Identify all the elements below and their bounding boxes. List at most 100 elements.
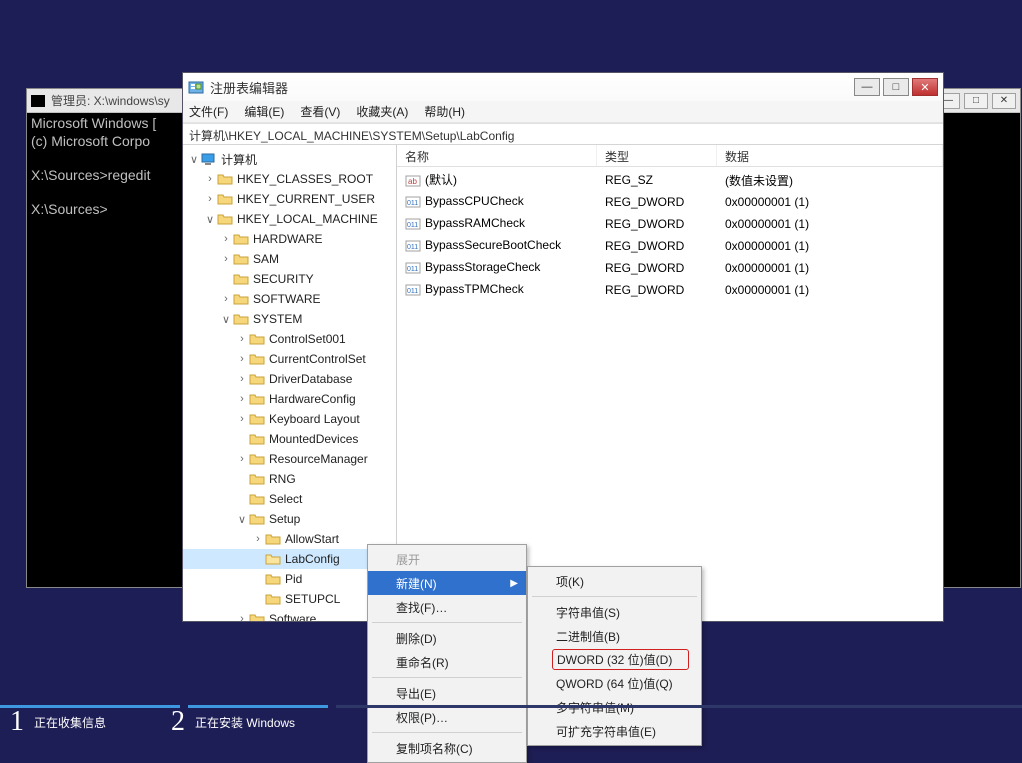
tree-hardware[interactable]: ›HARDWARE (183, 229, 396, 249)
header-data[interactable]: 数据 (717, 145, 943, 166)
menu-file[interactable]: 文件(F) (189, 103, 228, 120)
chevron-right-icon[interactable]: › (235, 372, 249, 386)
svg-text:011: 011 (407, 222, 418, 229)
header-name[interactable]: 名称 (397, 145, 597, 166)
chevron-right-icon[interactable]: › (235, 352, 249, 366)
ctx-new[interactable]: 新建(N)▶ (368, 571, 526, 595)
folder-icon (249, 372, 265, 386)
tree-rng[interactable]: ›RNG (183, 469, 396, 489)
chevron-right-icon[interactable]: › (203, 192, 217, 206)
chevron-right-icon[interactable]: › (235, 332, 249, 346)
ctx-new-qword[interactable]: QWORD (64 位)值(Q) (528, 671, 701, 695)
regedit-title: 注册表编辑器 (210, 78, 854, 97)
setup-step-1: 1 正在收集信息 (10, 706, 106, 738)
chevron-right-icon[interactable]: › (235, 612, 249, 621)
ctx-new-binary[interactable]: 二进制值(B) (528, 624, 701, 648)
tree-setupcl[interactable]: ›SETUPCL (183, 589, 396, 609)
dword-value-icon: 011 (405, 238, 421, 254)
step-label: 正在收集信息 (34, 714, 106, 731)
chevron-right-icon[interactable]: › (235, 412, 249, 426)
tree-mounteddevices[interactable]: ›MountedDevices (183, 429, 396, 449)
chevron-right-icon[interactable]: › (251, 532, 265, 546)
tree-resourcemanager[interactable]: ›ResourceManager (183, 449, 396, 469)
chevron-down-icon[interactable]: ∨ (235, 512, 249, 526)
chevron-right-icon[interactable]: › (219, 292, 233, 306)
dword-value-icon: 011 (405, 216, 421, 232)
chevron-right-icon[interactable]: › (219, 232, 233, 246)
chevron-right-icon[interactable]: › (203, 172, 217, 186)
chevron-down-icon[interactable]: ∨ (219, 312, 233, 326)
regedit-close-button[interactable]: ✕ (912, 78, 938, 96)
svg-text:ab: ab (408, 177, 417, 186)
header-type[interactable]: 类型 (597, 145, 717, 166)
chevron-right-icon[interactable]: › (219, 252, 233, 266)
ctx-rename[interactable]: 重命名(R) (368, 650, 526, 674)
tree-security[interactable]: ›SECURITY (183, 269, 396, 289)
regedit-titlebar[interactable]: 注册表编辑器 — □ ✕ (183, 73, 943, 101)
ctx-new-dword[interactable]: DWORD (32 位)值(D) (552, 649, 689, 670)
cmd-close-button[interactable]: ✕ (992, 93, 1016, 109)
folder-icon (249, 472, 265, 486)
chevron-down-icon[interactable]: ∨ (203, 212, 217, 226)
tree-controlset001[interactable]: ›ControlSet001 (183, 329, 396, 349)
tree-keyboardlayout[interactable]: ›Keyboard Layout (183, 409, 396, 429)
value-row[interactable]: 011BypassTPMCheckREG_DWORD0x00000001 (1) (397, 279, 943, 301)
tree-labconfig[interactable]: ›LabConfig (183, 549, 396, 569)
value-row[interactable]: ab(默认)REG_SZ(数值未设置) (397, 169, 943, 191)
tree-pane[interactable]: ∨计算机 ›HKEY_CLASSES_ROOT ›HKEY_CURRENT_US… (183, 145, 397, 621)
menu-help[interactable]: 帮助(H) (424, 103, 465, 120)
tree-currentcontrolset[interactable]: ›CurrentControlSet (183, 349, 396, 369)
value-name: BypassTPMCheck (425, 282, 524, 296)
value-type: REG_DWORD (597, 217, 717, 231)
value-row[interactable]: 011BypassStorageCheckREG_DWORD0x00000001… (397, 257, 943, 279)
regedit-maximize-button[interactable]: □ (883, 78, 909, 96)
tree-hklm[interactable]: ∨HKEY_LOCAL_MACHINE (183, 209, 396, 229)
ctx-delete[interactable]: 删除(D) (368, 626, 526, 650)
value-data: 0x00000001 (1) (717, 217, 943, 231)
tree-software2[interactable]: ›Software (183, 609, 396, 621)
tree-sam[interactable]: ›SAM (183, 249, 396, 269)
menu-favorites[interactable]: 收藏夹(A) (356, 103, 408, 120)
value-type: REG_DWORD (597, 195, 717, 209)
string-value-icon: ab (405, 173, 421, 189)
value-row[interactable]: 011BypassCPUCheckREG_DWORD0x00000001 (1) (397, 191, 943, 213)
tree-setup[interactable]: ∨Setup (183, 509, 396, 529)
cmd-maximize-button[interactable]: □ (964, 93, 988, 109)
tree-pid[interactable]: ›Pid (183, 569, 396, 589)
tree-computer[interactable]: ∨计算机 (183, 149, 396, 169)
value-row[interactable]: 011BypassRAMCheckREG_DWORD0x00000001 (1) (397, 213, 943, 235)
ctx-expand[interactable]: 展开 (368, 547, 526, 571)
ctx-find[interactable]: 查找(F)… (368, 595, 526, 619)
menu-view[interactable]: 查看(V) (300, 103, 340, 120)
menu-edit[interactable]: 编辑(E) (244, 103, 284, 120)
tree-hkcu[interactable]: ›HKEY_CURRENT_USER (183, 189, 396, 209)
ctx-new-key[interactable]: 项(K) (528, 569, 701, 593)
folder-icon (217, 212, 233, 226)
address-bar[interactable]: 计算机\HKEY_LOCAL_MACHINE\SYSTEM\Setup\LabC… (183, 123, 943, 145)
ctx-new-string[interactable]: 字符串值(S) (528, 600, 701, 624)
tree-hardwareconfig[interactable]: ›HardwareConfig (183, 389, 396, 409)
value-data: (数值未设置) (717, 172, 943, 189)
tree-hkcr[interactable]: ›HKEY_CLASSES_ROOT (183, 169, 396, 189)
list-header: 名称 类型 数据 (397, 145, 943, 167)
value-row[interactable]: 011BypassSecureBootCheckREG_DWORD0x00000… (397, 235, 943, 257)
folder-icon (249, 412, 265, 426)
tree-allowstart[interactable]: ›AllowStart (183, 529, 396, 549)
chevron-right-icon[interactable]: › (235, 392, 249, 406)
value-data: 0x00000001 (1) (717, 261, 943, 275)
svg-text:011: 011 (407, 266, 418, 273)
value-name: BypassStorageCheck (425, 260, 540, 274)
dword-value-icon: 011 (405, 282, 421, 298)
svg-text:011: 011 (407, 244, 418, 251)
regedit-minimize-button[interactable]: — (854, 78, 880, 96)
registry-editor-window: 注册表编辑器 — □ ✕ 文件(F) 编辑(E) 查看(V) 收藏夹(A) 帮助… (182, 72, 944, 622)
chevron-right-icon[interactable]: › (235, 452, 249, 466)
folder-open-icon (265, 552, 281, 566)
tree-driverdatabase[interactable]: ›DriverDatabase (183, 369, 396, 389)
tree-select[interactable]: ›Select (183, 489, 396, 509)
chevron-down-icon[interactable]: ∨ (187, 152, 201, 166)
folder-icon (265, 592, 281, 606)
tree-system[interactable]: ∨SYSTEM (183, 309, 396, 329)
value-name: (默认) (425, 173, 457, 187)
tree-software[interactable]: ›SOFTWARE (183, 289, 396, 309)
